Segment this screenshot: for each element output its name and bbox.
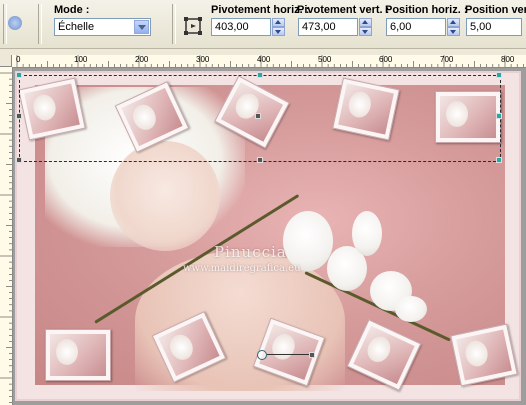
- pivot-h-field[interactable]: 403,00: [211, 18, 271, 36]
- toolbar-separator: [38, 4, 42, 44]
- mode-select[interactable]: Échelle: [54, 18, 151, 36]
- pos-h-field[interactable]: 6,00: [386, 18, 446, 36]
- deform-frame-icon[interactable]: [183, 16, 203, 36]
- increment-button[interactable]: [272, 18, 285, 27]
- pivot-v-label: Pivotement vert. :: [297, 4, 390, 16]
- handle-top-left[interactable]: [16, 72, 22, 78]
- decrement-button[interactable]: [272, 27, 285, 36]
- chevron-down-icon[interactable]: [134, 20, 149, 34]
- ruler-ticks: [0, 72, 12, 403]
- ruler-label: 100: [74, 55, 88, 64]
- toolbar-separator: [3, 4, 7, 44]
- ruler-label: 200: [135, 55, 149, 64]
- up-down-arrows-icon[interactable]: [447, 18, 460, 36]
- pivot-v-field[interactable]: 473,00: [298, 18, 358, 36]
- pos-v-label: Position vert. :: [465, 4, 526, 16]
- pivot-line: [267, 354, 311, 355]
- pos-v-value: 5,00: [470, 21, 492, 33]
- mode-label: Mode :: [54, 4, 90, 16]
- photo-thumbnail: [450, 323, 518, 387]
- mode-select-value: Échelle: [58, 21, 95, 33]
- image-frame: Pinuccia www.maidiregrafica.eu: [15, 71, 521, 401]
- photo-thumbnail: [45, 329, 111, 381]
- pos-v-field[interactable]: 5,00: [466, 18, 522, 36]
- pivot-point-icon[interactable]: [257, 350, 267, 360]
- ruler-label: 400: [257, 55, 271, 64]
- horizontal-ruler[interactable]: 0 100 200 300 400 500 600 700 800: [12, 55, 526, 68]
- handle-bottom-right[interactable]: [496, 157, 502, 163]
- watermark-site: www.maidiregrafica.eu: [183, 263, 301, 274]
- ruler-label: 500: [318, 55, 332, 64]
- pos-h-value: 6,00: [390, 21, 412, 33]
- handle-center[interactable]: [255, 113, 261, 119]
- pos-h-label: Position horiz. :: [385, 4, 468, 16]
- handle-top-right[interactable]: [496, 72, 502, 78]
- up-down-arrows-icon[interactable]: [272, 18, 285, 36]
- increment-button[interactable]: [359, 18, 372, 27]
- tool-grip-icon: [8, 16, 22, 30]
- handle-middle-left[interactable]: [16, 113, 22, 119]
- pivot-v-value: 473,00: [302, 21, 336, 33]
- tool-options-bar: Mode : Échelle Pivotement horiz. : 403,0…: [0, 0, 526, 49]
- ruler-label: 600: [379, 55, 393, 64]
- ruler-corner: [0, 55, 12, 67]
- handle-top-center[interactable]: [257, 72, 263, 78]
- ruler-label: 800: [501, 55, 515, 64]
- handle-bottom-center[interactable]: [257, 157, 263, 163]
- vertical-ruler[interactable]: [0, 67, 13, 405]
- orchid-flower: [352, 211, 382, 256]
- orchid-flower: [283, 211, 333, 271]
- increment-button[interactable]: [447, 18, 460, 27]
- orchid-flower: [395, 296, 427, 322]
- decrement-button[interactable]: [359, 27, 372, 36]
- watermark-name: Pinuccia: [214, 243, 287, 261]
- handle-middle-right[interactable]: [496, 113, 502, 119]
- canvas-area[interactable]: Pinuccia www.maidiregrafica.eu: [13, 68, 526, 405]
- pivot-h-value: 403,00: [215, 21, 249, 33]
- ruler-label: 300: [196, 55, 210, 64]
- decrement-button[interactable]: [447, 27, 460, 36]
- ruler-label: 700: [440, 55, 454, 64]
- pivot-handle[interactable]: [309, 352, 315, 358]
- ruler-label: 0: [16, 55, 21, 64]
- up-down-arrows-icon[interactable]: [359, 18, 372, 36]
- handle-bottom-left[interactable]: [16, 157, 22, 163]
- toolbar-separator: [172, 4, 176, 44]
- pivot-h-label: Pivotement horiz. :: [211, 4, 310, 16]
